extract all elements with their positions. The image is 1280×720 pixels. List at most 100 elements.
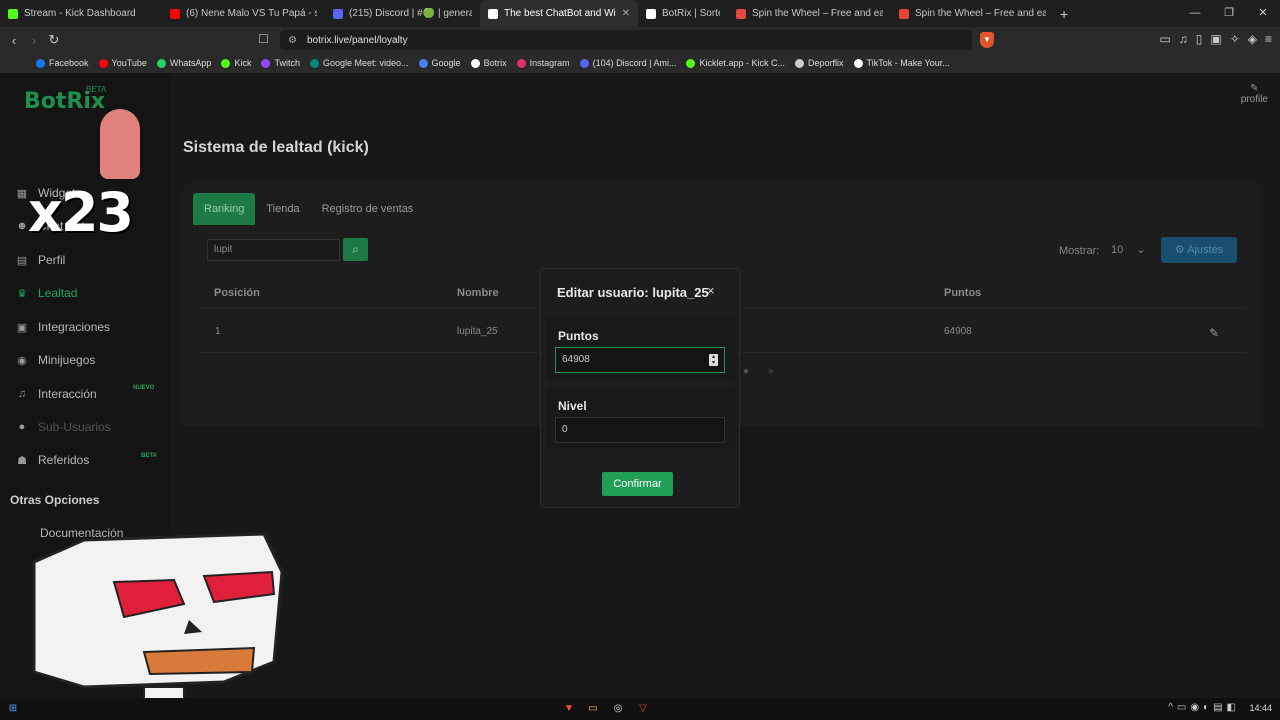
next-page-icon[interactable]: »: [768, 366, 774, 377]
tab-ranking[interactable]: Ranking: [193, 193, 256, 225]
bookmark-label: Instagram: [529, 58, 570, 68]
browser-tab-bar: Stream - Kick Dashboard (6) Nene Malo VS …: [0, 0, 1280, 27]
browser-tab[interactable]: The best ChatBot and Widgets f✕: [480, 0, 638, 27]
menu-icon[interactable]: ≡: [1265, 32, 1272, 46]
close-icon[interactable]: ×: [707, 283, 715, 298]
ajustes-label: Ajustes: [1187, 244, 1224, 256]
gear-icon: ⚙: [1174, 244, 1185, 256]
page-indicator-icon[interactable]: ●: [743, 366, 749, 377]
nivel-input[interactable]: 0: [555, 417, 725, 443]
loyalty-tabs: Ranking Tienda Registro de ventas: [193, 193, 424, 225]
sidebar-item-referidos[interactable]: ☗ Referidos: [14, 453, 89, 467]
system-tray[interactable]: ^▭◉◐▤◧: [1168, 702, 1240, 713]
bookmark-item[interactable]: TikTok - Make Your...: [853, 58, 950, 68]
brave-shield-icon[interactable]: ▼: [980, 32, 994, 48]
bookmark-favicon-icon: [579, 58, 589, 68]
bookmark-item[interactable]: Facebook: [36, 58, 89, 68]
address-bar[interactable]: ⚙ botrix.live/panel/loyalty: [280, 30, 972, 50]
screenshot-icon[interactable]: ▭: [1159, 32, 1170, 46]
pagination[interactable]: ● »: [743, 366, 773, 377]
minimize-icon[interactable]: —: [1178, 0, 1212, 27]
tab-favicon-icon: [8, 8, 18, 19]
restore-icon[interactable]: ❐: [1212, 0, 1246, 27]
bookmark-label: Facebook: [49, 58, 89, 68]
bookmark-item[interactable]: Instagram: [516, 58, 570, 68]
browser-tab[interactable]: Spin the Wheel – Free and easy t: [728, 0, 891, 27]
mostrar-label: Mostrar:: [1059, 245, 1100, 257]
forward-icon[interactable]: ›: [24, 33, 44, 48]
browser-tab[interactable]: (6) Nene Malo VS Tu Papá - sus: [162, 0, 325, 27]
bookmark-item[interactable]: Botrix: [470, 58, 507, 68]
referrals-icon: ☗: [17, 454, 27, 467]
back-icon[interactable]: ‹: [4, 33, 24, 48]
puntos-input[interactable]: 64908 ▴ ▾: [555, 347, 725, 373]
profile-button[interactable]: ✎ profile: [1241, 83, 1268, 105]
search-button[interactable]: ⌕: [343, 238, 368, 261]
bookmark-favicon-icon: [36, 58, 45, 68]
leo-icon[interactable]: ✧: [1230, 32, 1240, 46]
bookmark-item[interactable]: (104) Discord | Ami...: [579, 58, 676, 68]
x23-overlay-text: x23: [28, 181, 134, 244]
tab-favicon-icon: [646, 8, 656, 19]
new-tab-icon[interactable]: +: [1060, 6, 1068, 22]
profile-icon: ✎: [1250, 83, 1259, 94]
window-controls: — ❐ ✕: [1178, 0, 1280, 27]
ajustes-button[interactable]: ⚙ Ajustes: [1161, 237, 1237, 263]
number-spinner-icon[interactable]: ▴ ▾: [709, 354, 718, 366]
sidebar-item-integraciones[interactable]: ▣ Integraciones: [14, 320, 110, 334]
bookmark-icon[interactable]: ☐: [258, 32, 269, 46]
bookmark-item[interactable]: Google: [418, 58, 461, 68]
wallet-icon[interactable]: ▣: [1210, 32, 1221, 46]
site-settings-icon[interactable]: ⚙: [288, 35, 297, 46]
tab-registro-ventas[interactable]: Registro de ventas: [311, 193, 425, 225]
sidebar-item-perfil[interactable]: ▤ Perfil: [14, 253, 66, 267]
bookmark-item[interactable]: Twitch: [261, 58, 300, 68]
browser-toolbar: ‹ › ↻ ☐ ⚙ botrix.live/panel/loyalty ▼ ▭ …: [0, 27, 1280, 53]
sidebar-item-label: Minijuegos: [38, 353, 96, 367]
app2-icon[interactable]: ▽: [636, 702, 650, 716]
close-tab-icon[interactable]: ✕: [616, 8, 630, 19]
bookmark-label: Google Meet: video...: [322, 58, 409, 68]
sidebar-item-lealtad[interactable]: ♛ Lealtad: [14, 286, 77, 300]
page-size-select[interactable]: 10 ⌄: [1107, 239, 1149, 261]
close-window-icon[interactable]: ✕: [1246, 0, 1280, 27]
bookmark-label: Google: [431, 58, 461, 68]
confirm-button[interactable]: Confirmar: [602, 472, 673, 496]
music-icon: ♫: [17, 388, 27, 400]
sidebar-item-minijuegos[interactable]: ◉ Minijuegos: [14, 353, 95, 367]
toolbar-extensions: ▭ ♫ ▯ ▣ ✧ ◈ ≡: [1159, 32, 1272, 46]
bookmark-label: WhatsApp: [169, 58, 212, 68]
browser-tab[interactable]: BotRix | Sorteos: [638, 0, 728, 27]
folder-icon[interactable]: ▭: [586, 702, 600, 716]
search-input[interactable]: lupit: [207, 239, 340, 261]
patrick-sticker: [100, 109, 140, 179]
bookmark-item[interactable]: Kick: [221, 58, 251, 68]
sidebar-toggle-icon[interactable]: ▯: [1196, 32, 1203, 46]
bookmark-item[interactable]: WhatsApp: [156, 58, 212, 68]
bookmark-label: TikTok - Make Your...: [866, 58, 950, 68]
bookmark-item[interactable]: YouTube: [98, 58, 147, 68]
bookmark-label: Twitch: [274, 58, 300, 68]
browser-tab[interactable]: Stream - Kick Dashboard: [0, 0, 162, 27]
vpn-icon[interactable]: ◈: [1248, 32, 1257, 46]
reload-icon[interactable]: ↻: [44, 32, 64, 48]
sidebar-item-sub-usuarios[interactable]: ● Sub-Usuarios: [14, 420, 111, 434]
bookmark-item[interactable]: Kicklet.app - Kick C...: [686, 58, 785, 68]
row-position: 1: [215, 326, 221, 337]
browser-tab[interactable]: (215) Discord | #🟢 | general | SAPO: [325, 0, 480, 27]
tab-favicon-icon: [488, 8, 498, 19]
bookmark-item[interactable]: Google Meet: video...: [309, 58, 409, 68]
tab-tienda[interactable]: Tienda: [255, 193, 310, 225]
bookmark-favicon-icon: [261, 58, 271, 68]
bookmark-favicon-icon: [98, 58, 108, 68]
windows-start-icon[interactable]: ⊞: [6, 702, 20, 716]
tab-label: Spin the Wheel – Free and easy t: [752, 8, 883, 19]
media-icon[interactable]: ♫: [1179, 32, 1188, 46]
bookmark-item[interactable]: Deporflix: [795, 58, 844, 68]
tab-favicon-icon: [736, 8, 746, 19]
app-icon[interactable]: ◎: [611, 702, 625, 716]
browser-tab[interactable]: Spin the Wheel – Free and easy t: [891, 0, 1054, 27]
edit-pencil-icon[interactable]: ✎: [1209, 326, 1219, 340]
brave-taskbar-icon[interactable]: ▼: [562, 702, 576, 716]
sidebar-item-interacci-n[interactable]: ♫ Interacción: [14, 387, 97, 401]
